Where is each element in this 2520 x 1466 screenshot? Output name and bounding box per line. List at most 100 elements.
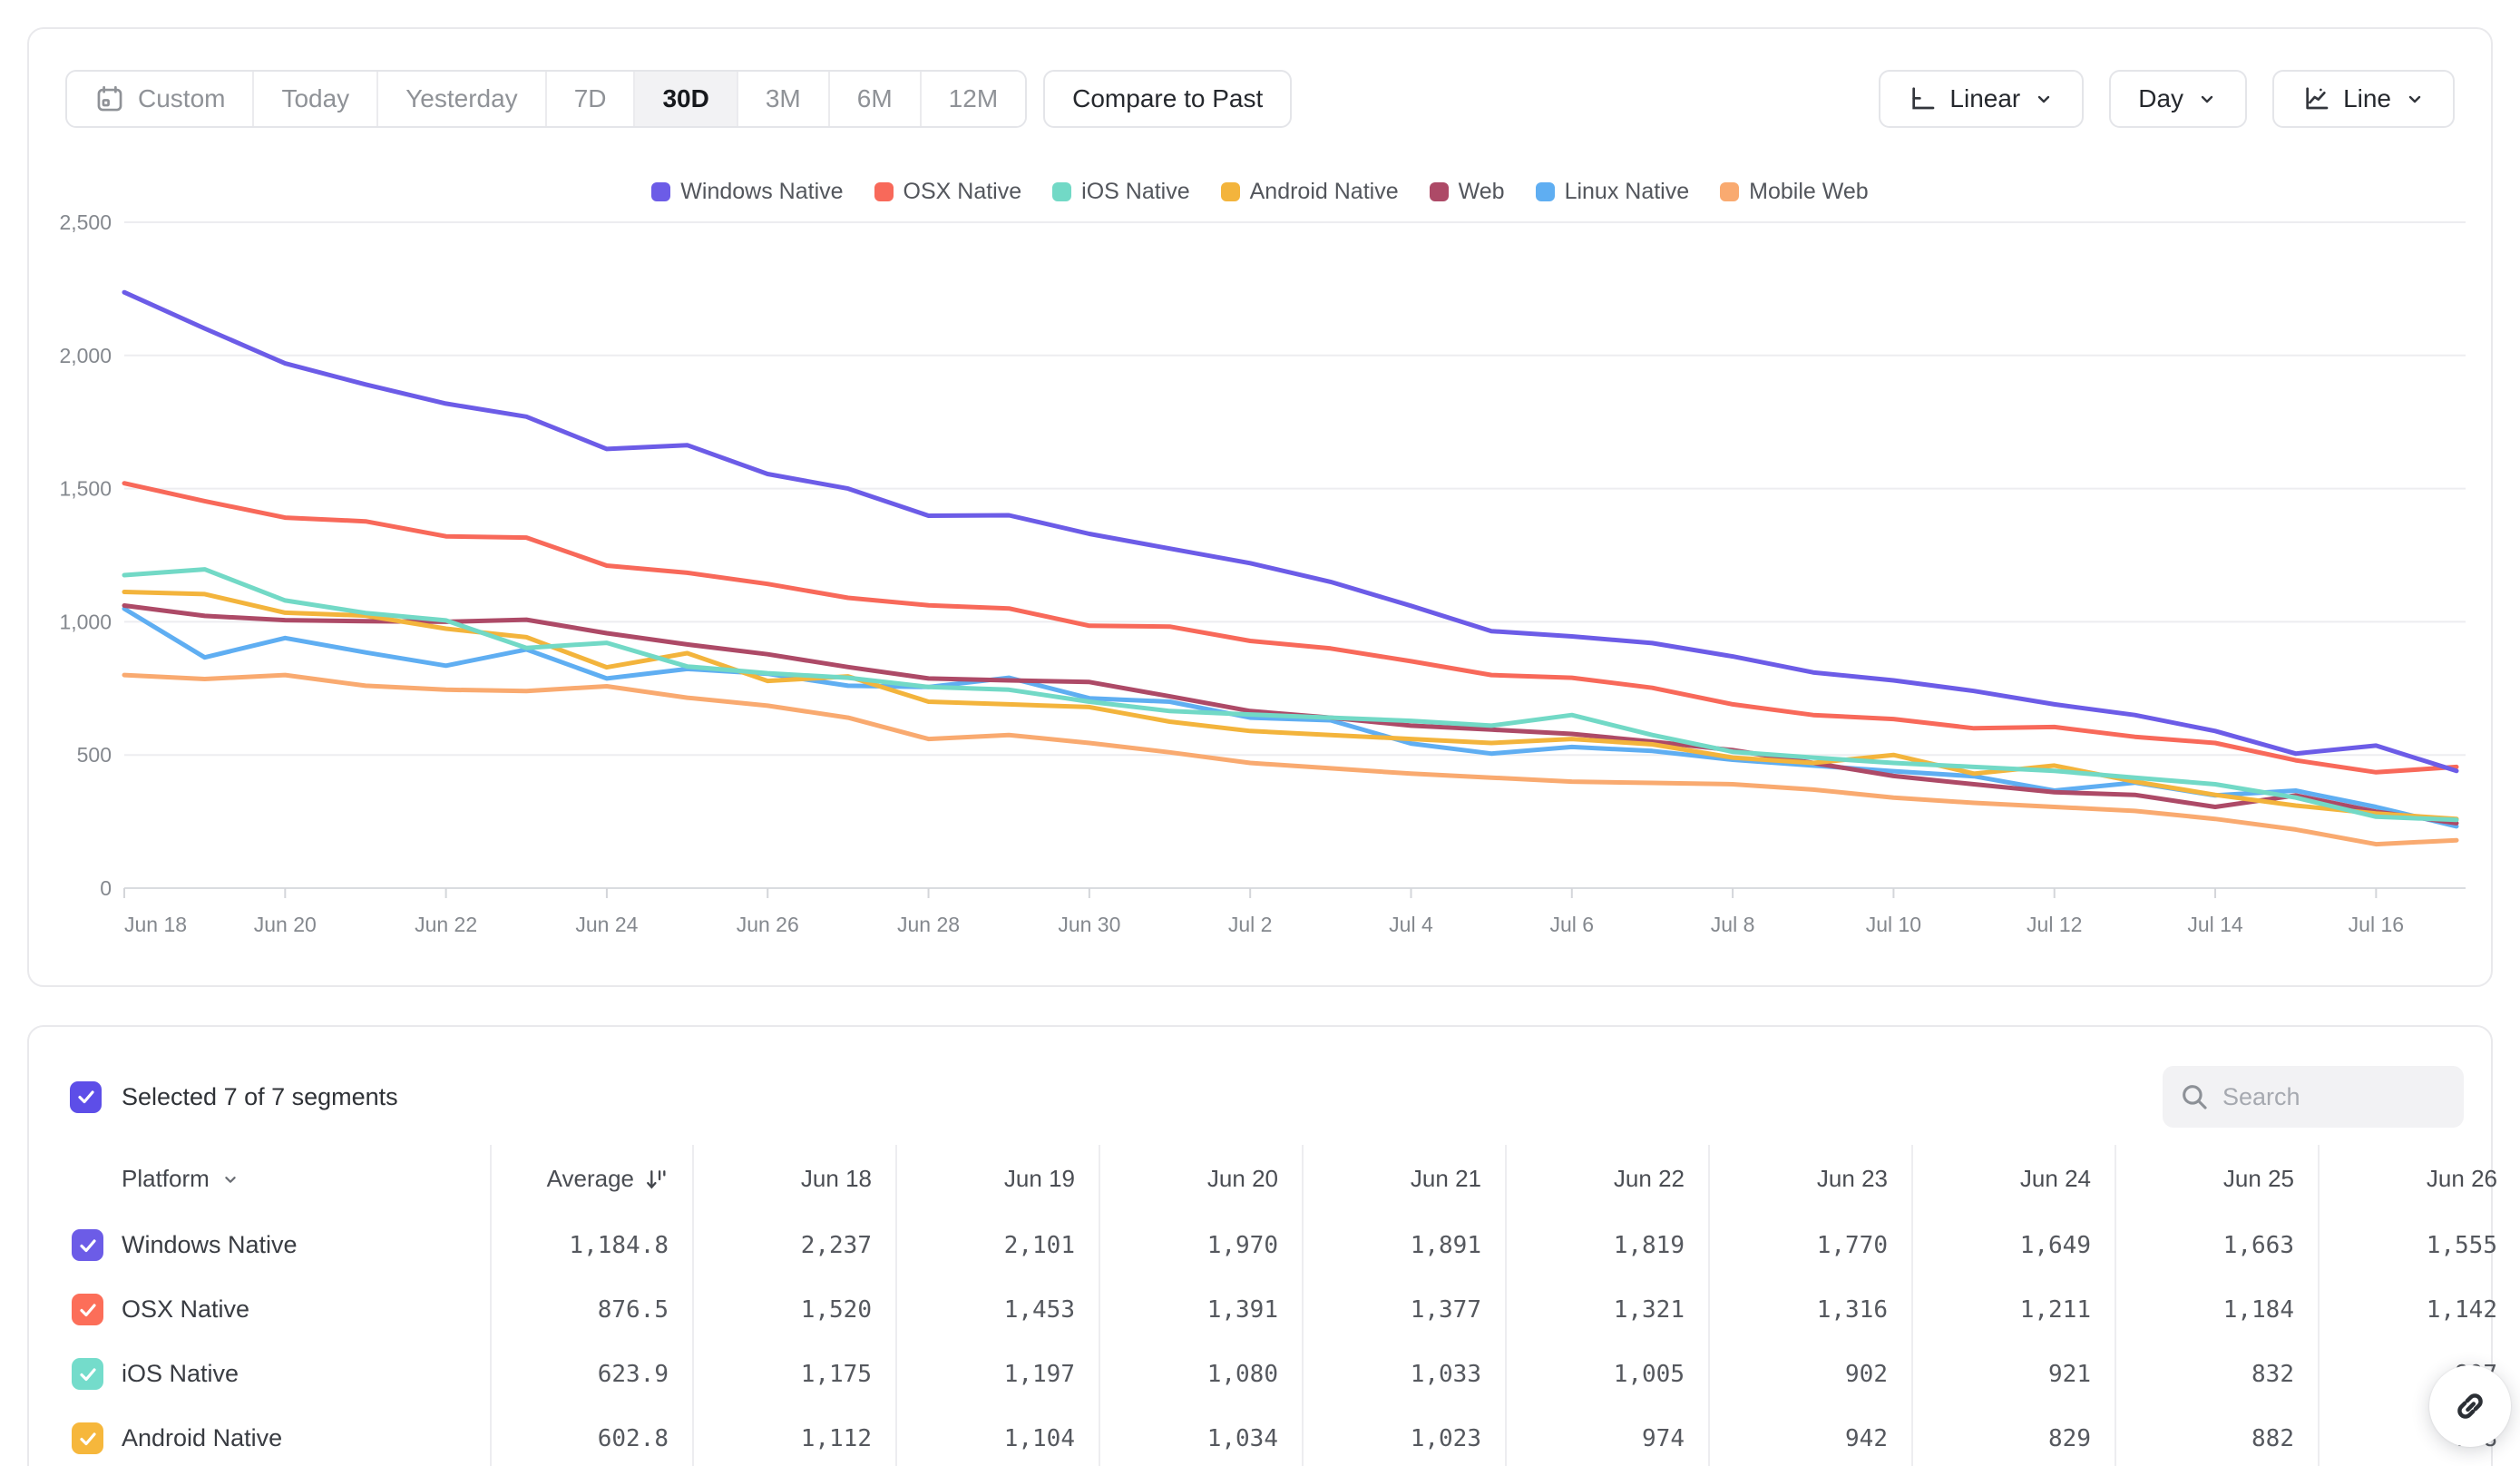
day-value-cell: 2,237	[692, 1213, 895, 1277]
select-all-checkbox[interactable]	[70, 1081, 102, 1113]
line-chart[interactable]: 05001,0001,5002,0002,500Jun 18Jun 20Jun …	[29, 29, 2491, 985]
table-body: Windows Native 1,184.82,2372,1011,9701,89…	[29, 1213, 2520, 1466]
day-value-cell: 1,080	[1099, 1342, 1302, 1406]
day-value-cell: 1,197	[895, 1342, 1099, 1406]
day-value-cell: 974	[1505, 1406, 1708, 1466]
day-value-cell: 882	[2115, 1406, 2318, 1466]
platform-name: Windows Native	[122, 1231, 298, 1259]
segment-checkbox[interactable]	[72, 1358, 103, 1390]
series-line-mobile-web[interactable]	[124, 675, 2457, 845]
day-value-cell: 1,104	[895, 1406, 1099, 1466]
platform-cell: OSX Native	[29, 1277, 490, 1342]
search-box	[2163, 1066, 2464, 1128]
day-value-cell: 1,034	[1099, 1406, 1302, 1466]
day-value-cell: 1,520	[692, 1277, 895, 1342]
chevron-down-icon	[220, 1169, 240, 1189]
average-value-cell: 876.5	[490, 1277, 692, 1342]
x-axis-tick-label: Jul 2	[1228, 913, 1273, 936]
copy-link-button[interactable]	[2429, 1365, 2511, 1447]
table-row: iOS Native623.91,1751,1971,0801,0331,005…	[29, 1342, 2520, 1406]
y-axis-tick-label: 1,500	[59, 477, 112, 501]
x-axis-tick-label: Jul 14	[2187, 913, 2243, 936]
day-value-cell: 902	[1708, 1342, 1911, 1406]
check-icon	[77, 1428, 99, 1450]
day-value-cell: 1,211	[1911, 1277, 2115, 1342]
day-value-cell: 1,453	[895, 1277, 1099, 1342]
dashboard-page: Custom Today Yesterday 7D 30D 3M 6M 12M …	[0, 0, 2520, 1466]
date-column-header: Jun 26	[2318, 1145, 2520, 1213]
day-value-cell: 1,770	[1708, 1213, 1911, 1277]
segment-checkbox[interactable]	[72, 1422, 103, 1454]
table-row: Windows Native 1,184.82,2372,1011,9701,89…	[29, 1213, 2520, 1277]
sort-descending-icon	[643, 1167, 669, 1192]
check-icon	[77, 1299, 99, 1321]
day-value-cell: 1,819	[1505, 1213, 1708, 1277]
x-axis-tick-label: Jun 20	[254, 913, 317, 936]
x-axis-tick-label: Jun 30	[1058, 913, 1120, 936]
x-axis-tick-label: Jun 18	[124, 913, 187, 936]
search-icon	[2179, 1081, 2210, 1112]
day-value-cell: 832	[2115, 1342, 2318, 1406]
day-value-cell: 829	[1911, 1406, 2115, 1466]
series-line-ios-native[interactable]	[124, 570, 2457, 820]
x-axis-tick-label: Jul 12	[2027, 913, 2082, 936]
day-value-cell: 1,555	[2318, 1213, 2520, 1277]
check-icon	[77, 1363, 99, 1385]
day-value-cell: 1,321	[1505, 1277, 1708, 1342]
day-value-cell: 1,184	[2115, 1277, 2318, 1342]
average-column-header[interactable]: Average	[490, 1145, 692, 1213]
segments-table-card: Selected 7 of 7 segments Platform	[27, 1025, 2493, 1466]
x-axis-tick-label: Jul 10	[1866, 913, 1921, 936]
segments-bar: Selected 7 of 7 segments	[70, 1065, 2464, 1129]
search-input[interactable]	[2222, 1083, 2447, 1111]
day-value-cell: 1,033	[1302, 1342, 1505, 1406]
chart-card: Custom Today Yesterday 7D 30D 3M 6M 12M …	[27, 27, 2493, 987]
x-axis-tick-label: Jul 6	[1549, 913, 1594, 936]
day-value-cell: 1,377	[1302, 1277, 1505, 1342]
check-icon	[75, 1086, 97, 1108]
x-axis-tick-label: Jun 28	[897, 913, 960, 936]
average-value-cell: 623.9	[490, 1342, 692, 1406]
platform-name: iOS Native	[122, 1360, 239, 1388]
day-value-cell: 1,391	[1099, 1277, 1302, 1342]
average-value-cell: 602.8	[490, 1406, 692, 1466]
y-axis-tick-label: 1,000	[59, 610, 112, 633]
table-row: OSX Native 876.51,5201,4531,3911,3771,321…	[29, 1277, 2520, 1342]
platform-column-header[interactable]: Platform	[29, 1145, 490, 1213]
segment-checkbox[interactable]	[72, 1294, 103, 1325]
check-icon	[77, 1235, 99, 1256]
table-row: Android Native602.81,1121,1041,0341,0239…	[29, 1406, 2520, 1466]
date-column-header: Jun 18	[692, 1145, 895, 1213]
date-column-header: Jun 20	[1099, 1145, 1302, 1213]
day-value-cell: 1,023	[1302, 1406, 1505, 1466]
platform-name: Android Native	[122, 1424, 282, 1452]
x-axis-tick-label: Jun 22	[415, 913, 477, 936]
day-value-cell: 1,970	[1099, 1213, 1302, 1277]
day-value-cell: 921	[1911, 1342, 2115, 1406]
day-value-cell: 2,101	[895, 1213, 1099, 1277]
day-value-cell: 1,175	[692, 1342, 895, 1406]
date-column-header: Jun 23	[1708, 1145, 1911, 1213]
x-axis-tick-label: Jun 26	[737, 913, 799, 936]
day-value-cell: 1,891	[1302, 1213, 1505, 1277]
day-value-cell: 1,316	[1708, 1277, 1911, 1342]
date-column-header: Jun 25	[2115, 1145, 2318, 1213]
x-axis-tick-label: Jul 16	[2349, 913, 2404, 936]
y-axis-tick-label: 500	[77, 743, 112, 767]
day-value-cell: 1,112	[692, 1406, 895, 1466]
date-column-header: Jun 21	[1302, 1145, 1505, 1213]
day-value-cell: 942	[1708, 1406, 1911, 1466]
average-value-cell: 1,184.8	[490, 1213, 692, 1277]
x-axis-tick-label: Jul 8	[1711, 913, 1755, 936]
y-axis-tick-label: 2,000	[59, 344, 112, 367]
segments-table: Platform Average Jun 18 Jun 19	[29, 1145, 2520, 1466]
day-value-cell: 1,649	[1911, 1213, 2115, 1277]
platform-cell: Android Native	[29, 1406, 490, 1466]
date-column-header: Jun 22	[1505, 1145, 1708, 1213]
table-header-row: Platform Average Jun 18 Jun 19	[29, 1145, 2520, 1213]
series-line-windows-native[interactable]	[124, 292, 2457, 771]
selected-segments-label: Selected 7 of 7 segments	[122, 1083, 398, 1111]
date-column-header: Jun 19	[895, 1145, 1099, 1213]
platform-name: OSX Native	[122, 1295, 249, 1324]
segment-checkbox[interactable]	[72, 1229, 103, 1261]
